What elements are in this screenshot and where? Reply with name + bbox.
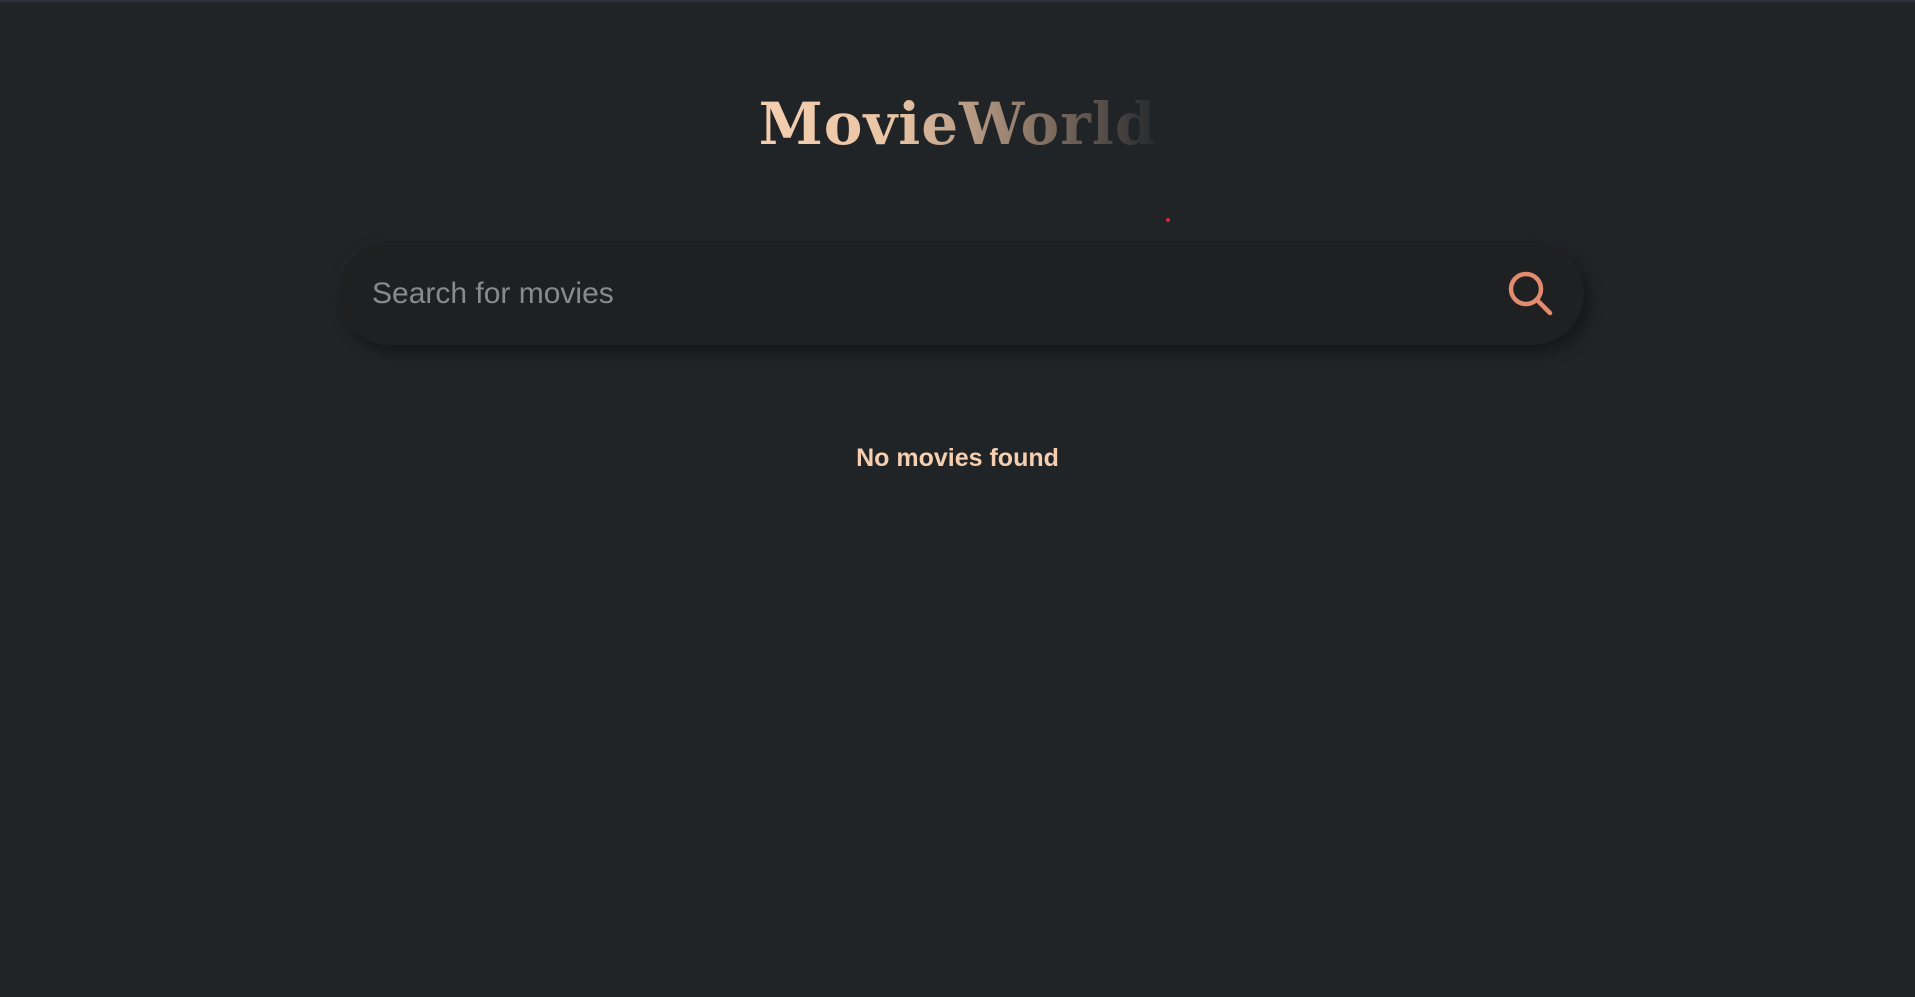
app-root: MovieWorld No movies found: [0, 0, 1915, 997]
search-icon: [1508, 271, 1553, 316]
empty-results-message: No movies found: [856, 444, 1059, 472]
window-top-border: [0, 0, 1915, 2]
search-input[interactable]: [370, 263, 1454, 325]
search-bar: [338, 241, 1584, 345]
red-dot-marker: [1166, 218, 1170, 222]
app-title: MovieWorld: [0, 86, 1915, 162]
app-title-text: MovieWorld: [758, 90, 1157, 158]
search-button[interactable]: [1504, 267, 1556, 319]
